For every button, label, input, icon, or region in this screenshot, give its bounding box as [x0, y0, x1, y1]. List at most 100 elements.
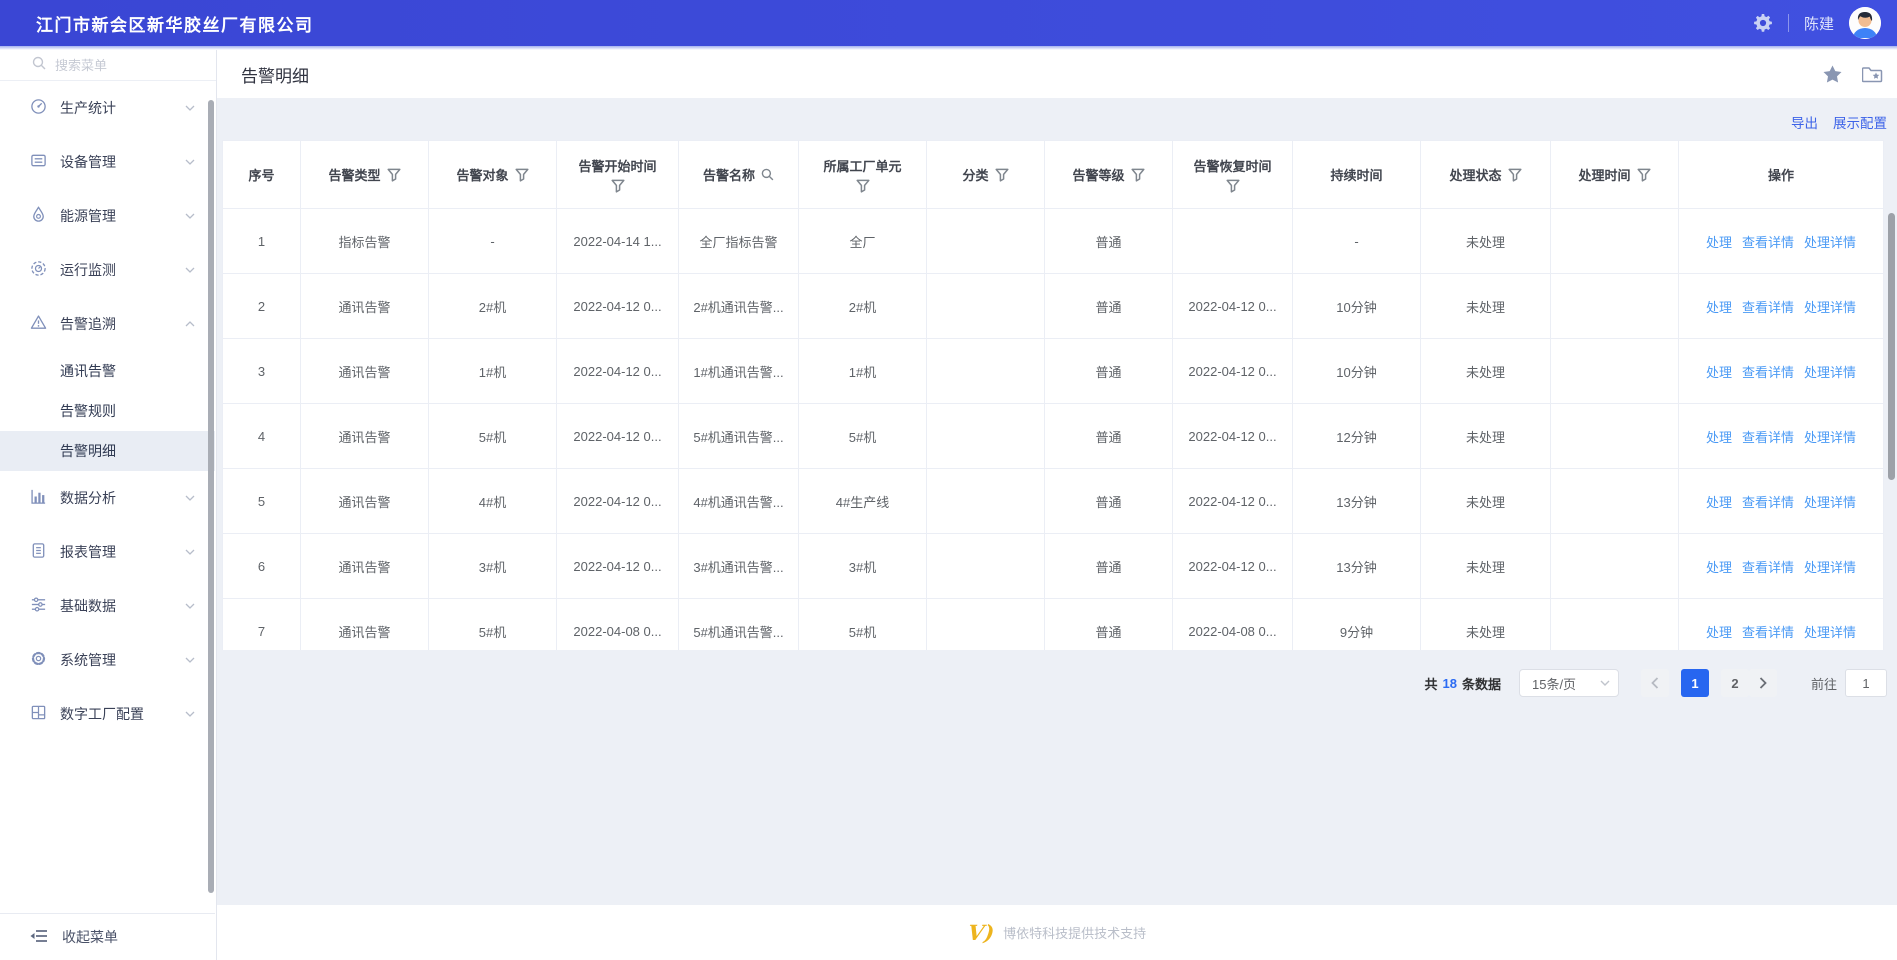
view-detail-link[interactable]: 查看详情: [1742, 622, 1794, 641]
table-cell: 通讯告警: [301, 339, 429, 404]
cell-value: 9分钟: [1340, 622, 1373, 641]
filter-icon[interactable]: [1508, 168, 1522, 182]
sidebar-subitem-2[interactable]: 告警规则: [0, 391, 215, 431]
view-detail-link[interactable]: 查看详情: [1742, 427, 1794, 446]
handle-detail-link[interactable]: 处理详情: [1804, 492, 1856, 511]
chevron-up-icon: [185, 321, 195, 327]
factory-layout-icon: [30, 704, 47, 724]
goto-page-input[interactable]: [1845, 669, 1887, 697]
collapse-icon: [30, 929, 48, 946]
filter-icon[interactable]: [856, 179, 870, 193]
table-cell: 10分钟: [1293, 339, 1421, 404]
view-detail-link[interactable]: 查看详情: [1742, 492, 1794, 511]
sidebar-item-7[interactable]: 报表管理: [0, 525, 215, 579]
table-cell: 12分钟: [1293, 404, 1421, 469]
table-cell-actions: 处理查看详情处理详情: [1679, 404, 1883, 469]
filter-icon[interactable]: [387, 168, 401, 182]
view-detail-link[interactable]: 查看详情: [1742, 297, 1794, 316]
handle-link[interactable]: 处理: [1706, 232, 1732, 251]
next-page-button[interactable]: [1749, 669, 1777, 697]
table-cell: 1#机: [799, 339, 927, 404]
handle-detail-link[interactable]: 处理详情: [1804, 232, 1856, 251]
search-input[interactable]: [55, 58, 185, 73]
filter-icon[interactable]: [995, 168, 1009, 182]
handle-link[interactable]: 处理: [1706, 622, 1732, 641]
view-detail-link[interactable]: 查看详情: [1742, 362, 1794, 381]
sidebar-item-6[interactable]: 数据分析: [0, 471, 215, 525]
sidebar-item-5[interactable]: 告警追溯: [0, 297, 215, 351]
page-footer: V) 博依特科技提供技术支持: [217, 905, 1897, 960]
cell-value: 通讯告警: [338, 297, 390, 316]
export-button[interactable]: 导出: [1791, 112, 1818, 132]
table-cell: [1551, 339, 1679, 404]
cell-value: 2022-04-08 0...: [573, 624, 661, 639]
column-header: 告警名称: [679, 141, 799, 209]
alarm-table: 序号告警类型告警对象告警开始时间告警名称所属工厂单元分类告警等级告警恢复时间持续…: [222, 140, 1884, 650]
table-cell: 2#机: [799, 274, 927, 339]
filter-icon[interactable]: [1131, 168, 1145, 182]
handle-link[interactable]: 处理: [1706, 492, 1732, 511]
cell-value: 全厂: [849, 232, 875, 251]
gear-icon[interactable]: [1753, 13, 1773, 33]
system-gear-icon: [30, 650, 47, 670]
page-button-2[interactable]: 2: [1721, 669, 1749, 697]
collapse-menu-button[interactable]: 收起菜单: [0, 913, 215, 960]
sidebar-subitem-1[interactable]: 通讯告警: [0, 351, 215, 391]
page-button-1[interactable]: 1: [1681, 669, 1709, 697]
handle-detail-link[interactable]: 处理详情: [1804, 362, 1856, 381]
page-scrollbar[interactable]: [1888, 213, 1895, 480]
sidebar-subitem-3[interactable]: 告警明细: [0, 431, 215, 471]
column-header-label: 处理状态: [1449, 165, 1501, 184]
column-header: 操作: [1679, 141, 1883, 209]
cell-value: 6: [258, 559, 265, 574]
filter-icon[interactable]: [611, 179, 625, 193]
sidebar-item-3[interactable]: 能源管理: [0, 189, 215, 243]
chevron-down-icon: [185, 711, 195, 717]
sidebar-item-8[interactable]: 基础数据: [0, 579, 215, 633]
star-icon[interactable]: [1823, 65, 1842, 83]
handle-link[interactable]: 处理: [1706, 557, 1732, 576]
sidebar-scrollbar[interactable]: [208, 100, 214, 893]
sidebar-item-2[interactable]: 设备管理: [0, 135, 215, 189]
app-screen: 江门市新会区新华胶丝厂有限公司 陈建: [0, 0, 1897, 960]
search-icon[interactable]: [761, 168, 774, 181]
table-cell: [927, 534, 1045, 599]
cell-value: 2022-04-12 0...: [573, 364, 661, 379]
username[interactable]: 陈建: [1804, 13, 1834, 34]
sidebar-item-1[interactable]: 生产统计: [0, 81, 215, 135]
handle-detail-link[interactable]: 处理详情: [1804, 557, 1856, 576]
filter-icon[interactable]: [1226, 179, 1240, 193]
handle-link[interactable]: 处理: [1706, 297, 1732, 316]
handle-link[interactable]: 处理: [1706, 362, 1732, 381]
cell-value: 13分钟: [1336, 492, 1376, 511]
display-config-button[interactable]: 展示配置: [1833, 112, 1887, 132]
app-header: 江门市新会区新华胶丝厂有限公司 陈建: [0, 0, 1897, 46]
view-detail-link[interactable]: 查看详情: [1742, 232, 1794, 251]
handle-link[interactable]: 处理: [1706, 427, 1732, 446]
folder-star-icon[interactable]: [1862, 65, 1883, 83]
handle-detail-link[interactable]: 处理详情: [1804, 622, 1856, 641]
sidebar-item-4[interactable]: 运行监测: [0, 243, 215, 297]
avatar[interactable]: [1849, 7, 1881, 39]
chevron-right-icon: [1759, 677, 1767, 689]
table-cell-actions: 处理查看详情处理详情: [1679, 209, 1883, 274]
filter-icon[interactable]: [515, 168, 529, 182]
prev-page-button[interactable]: [1641, 669, 1669, 697]
table-cell: 指标告警: [301, 209, 429, 274]
page-size-select[interactable]: 15条/页: [1519, 669, 1619, 697]
column-header-label: 告警名称: [703, 165, 755, 184]
view-detail-link[interactable]: 查看详情: [1742, 557, 1794, 576]
table-cell-actions: 处理查看详情处理详情: [1679, 534, 1883, 599]
table-cell: 未处理: [1421, 534, 1551, 599]
sidebar-item-9[interactable]: 系统管理: [0, 633, 215, 687]
handle-detail-link[interactable]: 处理详情: [1804, 427, 1856, 446]
handle-detail-link[interactable]: 处理详情: [1804, 297, 1856, 316]
table-cell: 6: [223, 534, 301, 599]
cell-value: 1: [258, 234, 265, 249]
cell-value: 2022-04-12 0...: [573, 299, 661, 314]
sidebar-item-10[interactable]: 数字工厂配置: [0, 687, 215, 741]
cell-value: 2022-04-12 0...: [573, 429, 661, 444]
header-fade: [0, 46, 1897, 50]
filter-icon[interactable]: [1637, 168, 1651, 182]
cell-value: 5#机: [479, 427, 506, 446]
